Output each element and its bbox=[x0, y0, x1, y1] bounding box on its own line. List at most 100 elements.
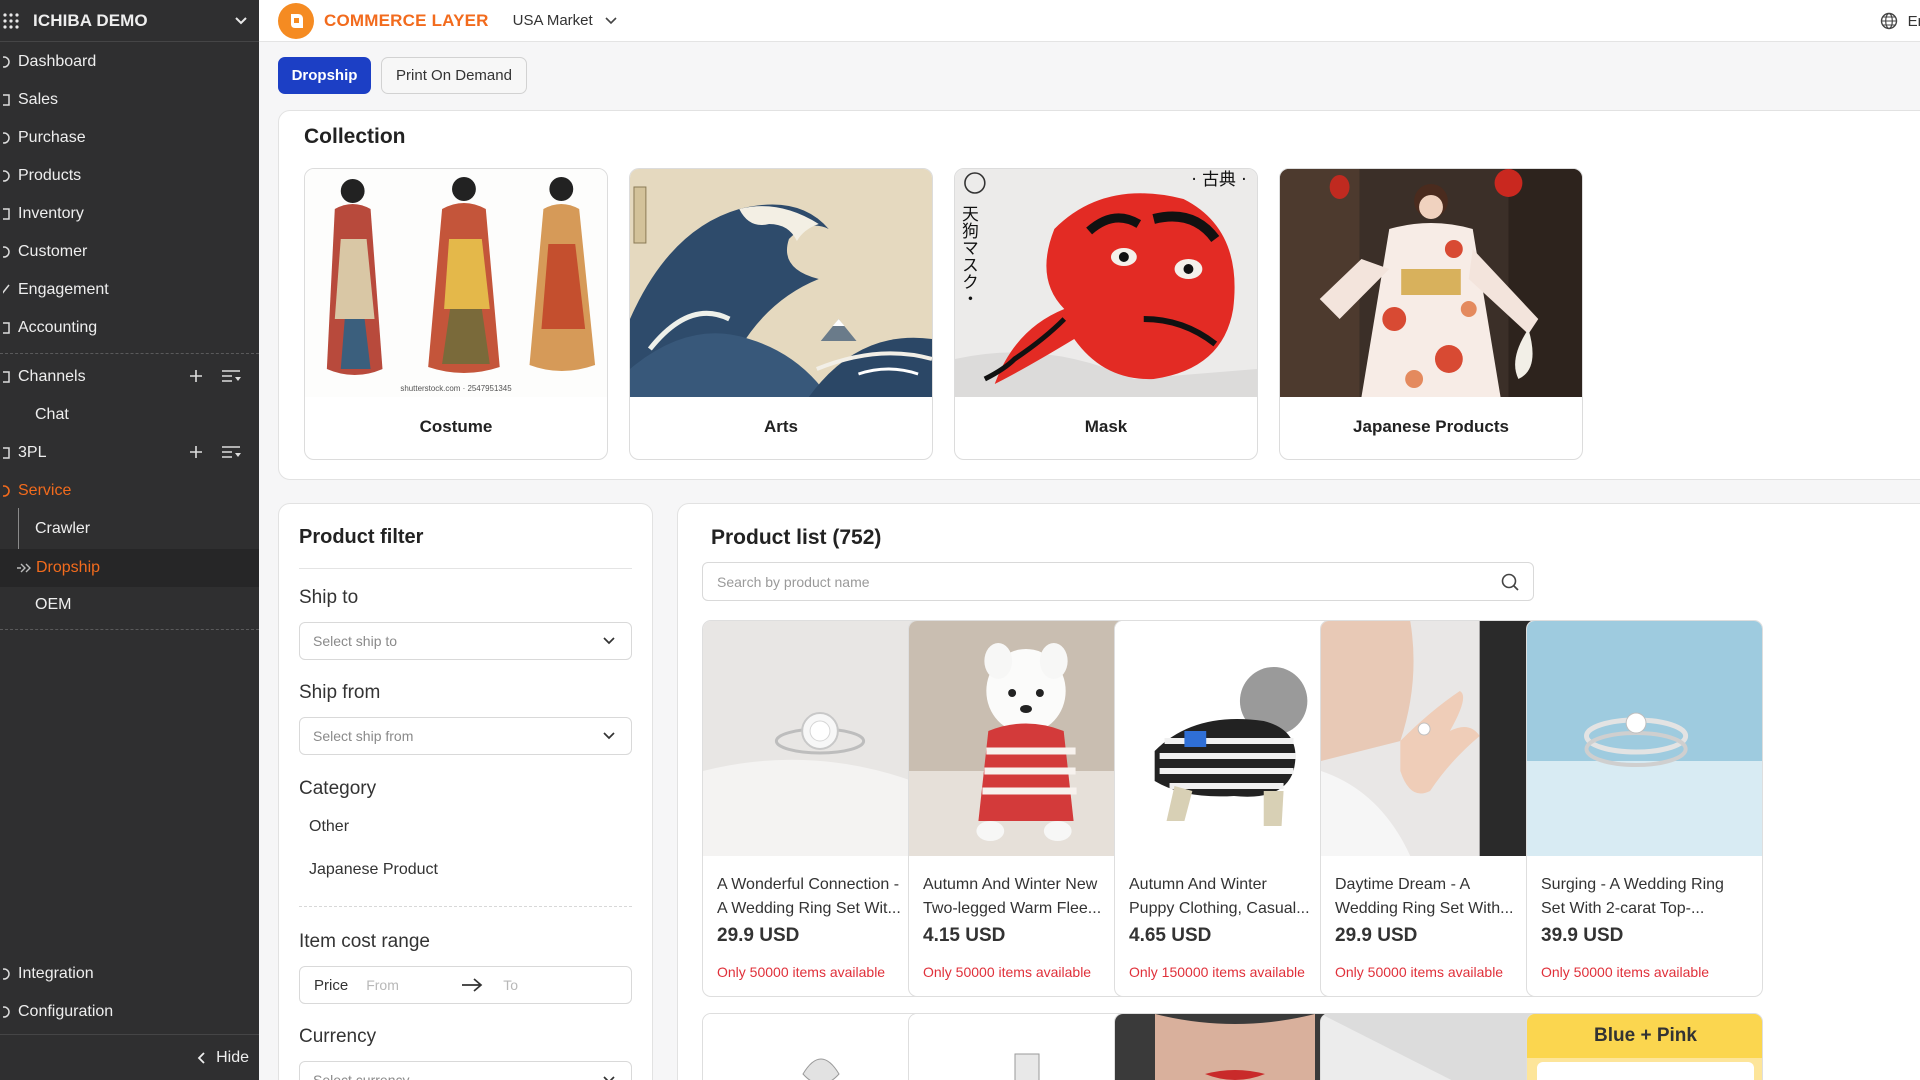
chevron-down-icon bbox=[603, 732, 615, 740]
filter-divider bbox=[299, 568, 632, 569]
product-card[interactable] bbox=[1114, 1013, 1351, 1080]
hide-sidebar-button[interactable]: Hide bbox=[0, 1034, 259, 1080]
sidebar-item-label: Dashboard bbox=[18, 53, 97, 70]
product-card[interactable]: Autumn And Winter Puppy Clothing, Casual.… bbox=[1114, 620, 1351, 997]
product-list-panel: Product list (752) Search by product nam… bbox=[677, 503, 1920, 1080]
sidebar-item-label: Dropship bbox=[36, 559, 101, 576]
sidebar-item-customer[interactable]: Customer bbox=[0, 233, 259, 271]
sidebar-item-sales[interactable]: Sales bbox=[0, 81, 259, 119]
sidebar-item-label: Accounting bbox=[18, 319, 98, 336]
3pl-icon bbox=[0, 446, 11, 460]
filter-divider bbox=[299, 906, 632, 907]
category-option-japanese-product[interactable]: Japanese Product bbox=[309, 861, 438, 879]
product-card[interactable]: Daytime Dream - A Wedding Ring Set With..… bbox=[1320, 620, 1557, 997]
sidebar-item-engagement[interactable]: Engagement bbox=[0, 271, 259, 309]
product-price: 29.9 USD bbox=[717, 925, 800, 946]
chevron-left-icon bbox=[196, 1051, 206, 1065]
sidebar-item-inventory[interactable]: Inventory bbox=[0, 195, 259, 233]
product-card[interactable] bbox=[908, 1013, 1145, 1080]
sidebar-item-label: Integration bbox=[18, 965, 94, 982]
product-card[interactable]: Surging - A Wedding Ring Set With 2-carat… bbox=[1526, 620, 1763, 997]
model-product-image bbox=[1115, 1014, 1350, 1080]
chevron-down-icon bbox=[603, 1076, 615, 1080]
product-card[interactable]: A Wonderful Connection -A Wedding Ring S… bbox=[702, 620, 939, 997]
product-search-input[interactable]: Search by product name bbox=[702, 562, 1534, 601]
ship-to-select[interactable]: Select ship to bbox=[299, 622, 632, 660]
sidebar-item-label: Sales bbox=[18, 91, 59, 108]
market-selector[interactable]: USA Market bbox=[513, 12, 617, 29]
hand-ring-image bbox=[1321, 621, 1556, 856]
ring-product-image bbox=[703, 621, 938, 856]
channels-actions bbox=[189, 369, 241, 383]
sidebar-item-chat[interactable]: Chat bbox=[35, 396, 69, 434]
sidebar-item-configuration[interactable]: Configuration bbox=[0, 993, 259, 1031]
service-icon bbox=[0, 484, 11, 498]
price-from-input[interactable]: From bbox=[366, 977, 461, 993]
dashboard-icon bbox=[0, 55, 11, 69]
japanese-products-image bbox=[1280, 169, 1582, 397]
chevron-down-icon[interactable] bbox=[234, 16, 248, 26]
sidebar-item-oem[interactable]: OEM bbox=[35, 586, 71, 624]
product-name: Autumn And Winter New Two-legged Warm Fle… bbox=[923, 876, 1102, 917]
product-price: 29.9 USD bbox=[1335, 925, 1418, 946]
customer-icon bbox=[0, 245, 11, 259]
sidebar-item-dashboard[interactable]: Dashboard bbox=[0, 43, 259, 81]
chevron-down-icon bbox=[605, 16, 617, 25]
collection-card-label: Mask bbox=[1084, 417, 1128, 436]
tab-dropship[interactable]: Dropship bbox=[278, 57, 371, 94]
hide-label: Hide bbox=[216, 1048, 249, 1066]
product-card[interactable] bbox=[1320, 1013, 1557, 1080]
manage-list-icon[interactable] bbox=[221, 445, 241, 459]
sidebar-item-label: Channels bbox=[18, 368, 86, 385]
plus-icon[interactable] bbox=[189, 445, 203, 459]
currency-label: Currency bbox=[299, 1026, 377, 1047]
product-stock: Only 50000 items available bbox=[717, 964, 886, 980]
search-icon[interactable] bbox=[1501, 573, 1519, 591]
sidebar-item-crawler[interactable]: Crawler bbox=[35, 510, 90, 548]
tab-print-on-demand[interactable]: Print On Demand bbox=[381, 57, 527, 94]
product-stock: Only 50000 items available bbox=[923, 964, 1092, 980]
sidebar-item-accounting[interactable]: Accounting bbox=[0, 309, 259, 347]
product-stock: Only 150000 items available bbox=[1129, 964, 1305, 980]
sidebar-item-purchase[interactable]: Purchase bbox=[0, 119, 259, 157]
price-to-input[interactable]: To bbox=[503, 977, 518, 993]
sidebar-item-dropship[interactable]: Dropship bbox=[16, 549, 100, 587]
sidebar-item-integration[interactable]: Integration bbox=[0, 955, 259, 993]
product-card[interactable]: Blue + Pink bbox=[1526, 1013, 1763, 1080]
sidebar-item-label: Configuration bbox=[18, 1003, 114, 1020]
product-card[interactable]: Autumn And Winter New Two-legged Warm Fle… bbox=[908, 620, 1145, 997]
product-name: Autumn And Winter Puppy Clothing, Casual.… bbox=[1129, 876, 1310, 917]
watermark-text: shutterstock.com · 2547951345 bbox=[400, 384, 512, 393]
sidebar-item-service[interactable]: Service bbox=[0, 472, 259, 510]
collection-card-costume[interactable]: shutterstock.com · 2547951345 Costume bbox=[304, 168, 608, 460]
collection-card-japanese-products[interactable]: Japanese Products bbox=[1279, 168, 1583, 460]
language-label: En bbox=[1907, 12, 1920, 30]
product-card[interactable] bbox=[702, 1013, 939, 1080]
price-label: Price bbox=[314, 976, 349, 994]
manage-list-icon[interactable] bbox=[221, 369, 241, 383]
product-name: A Wonderful Connection -A Wedding Ring S… bbox=[717, 876, 901, 917]
collection-card-arts[interactable]: Arts bbox=[629, 168, 933, 460]
currency-select[interactable]: Select currency bbox=[299, 1061, 632, 1080]
sales-icon bbox=[0, 93, 11, 107]
item-cost-range-label: Item cost range bbox=[299, 931, 430, 952]
sidebar-item-label: Products bbox=[18, 167, 82, 184]
ship-from-select[interactable]: Select ship from bbox=[299, 717, 632, 755]
apps-grid-icon[interactable] bbox=[0, 12, 22, 30]
filter-title: Product filter bbox=[299, 526, 424, 548]
collection-card-label: Arts bbox=[763, 417, 798, 436]
product-list-title: Product list (752) bbox=[711, 526, 882, 549]
double-chevron-right-icon bbox=[16, 562, 32, 574]
ship-from-placeholder: Select ship from bbox=[313, 728, 414, 744]
collection-panel: Collection shutterstock.com · 2547951345… bbox=[278, 110, 1920, 480]
language-selector[interactable]: En bbox=[1880, 0, 1920, 42]
arts-image bbox=[630, 169, 932, 397]
workspace-switcher[interactable]: ICHIBA DEMO bbox=[0, 0, 259, 42]
sidebar-item-products[interactable]: Products bbox=[0, 157, 259, 195]
workspace-name: ICHIBA DEMO bbox=[33, 10, 148, 30]
sidebar-item-label: Engagement bbox=[18, 281, 109, 298]
plus-icon[interactable] bbox=[189, 369, 203, 383]
category-option-other[interactable]: Other bbox=[309, 818, 349, 836]
sidebar-item-label: 3PL bbox=[18, 444, 47, 461]
collection-card-mask[interactable]: · 古典 · 天狗マスク・ Mask bbox=[954, 168, 1258, 460]
